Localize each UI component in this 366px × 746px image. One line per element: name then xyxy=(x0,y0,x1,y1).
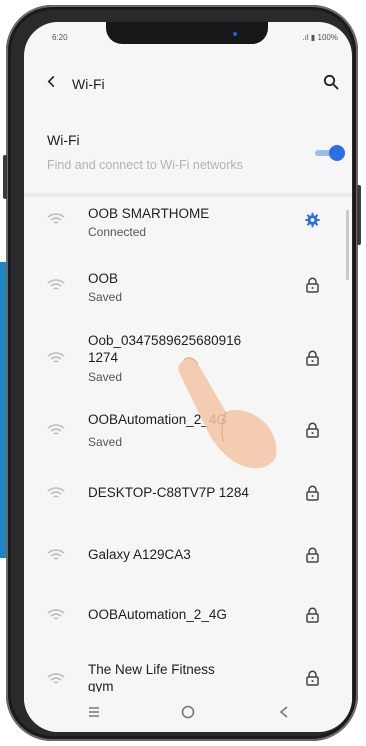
network-row[interactable]: OOB SMARTHOME Connected xyxy=(24,200,352,254)
lock-icon xyxy=(306,422,319,438)
lock-icon xyxy=(306,547,319,563)
camera-icon xyxy=(233,32,237,36)
network-name: Galaxy A129CA3 xyxy=(88,547,191,562)
phone-frame: 6:20 .ıl ▮ 100% Wi-Fi Wi-Fi Find and con… xyxy=(3,5,361,741)
status-time: 6:20 xyxy=(52,33,68,42)
volume-button xyxy=(3,155,7,199)
lock-icon xyxy=(306,277,319,293)
network-row[interactable]: Galaxy A129CA3 xyxy=(24,527,352,583)
section-divider xyxy=(24,193,352,197)
wifi-master-label: Wi-Fi xyxy=(47,132,80,148)
page-title: Wi-Fi xyxy=(72,76,105,92)
network-name: OOBAutomation_2_4G xyxy=(88,607,227,622)
scrollbar[interactable] xyxy=(346,210,349,280)
network-status: Connected xyxy=(88,225,147,239)
network-row[interactable]: OOBAutomation_2_4G xyxy=(24,587,352,643)
battery-icon: ▮ xyxy=(310,33,316,42)
recents-icon[interactable] xyxy=(82,700,106,724)
wifi-signal-icon xyxy=(47,549,65,560)
battery-indicator: .ıl ▮ 100% xyxy=(302,33,338,42)
settings-gear-icon[interactable] xyxy=(305,212,320,228)
lock-icon xyxy=(306,607,319,623)
lock-icon xyxy=(306,670,319,686)
network-status: Saved xyxy=(88,435,123,449)
home-icon[interactable] xyxy=(176,700,200,724)
network-row[interactable]: OOBAutomation_2_4G Saved xyxy=(24,402,352,458)
network-status: Saved xyxy=(88,290,123,304)
wifi-master-subtitle: Find and connect to Wi-Fi networks xyxy=(47,158,243,172)
wifi-toggle[interactable] xyxy=(315,145,345,161)
navigation-bar xyxy=(24,692,352,732)
wifi-signal-icon xyxy=(47,673,65,684)
lock-icon xyxy=(306,350,319,366)
status-bar: 6:20 .ıl ▮ 100% xyxy=(24,22,352,56)
wifi-master-row[interactable]: Wi-Fi Find and connect to Wi-Fi networks xyxy=(24,122,352,182)
network-status: Saved xyxy=(88,370,123,384)
nav-back-icon[interactable] xyxy=(272,700,296,724)
search-icon[interactable] xyxy=(323,74,339,90)
network-name: OOB SMARTHOME xyxy=(88,206,210,221)
toggle-thumb xyxy=(329,145,345,161)
wifi-signal-icon xyxy=(47,609,65,620)
wifi-signal-icon xyxy=(47,424,65,435)
wifi-signal-icon xyxy=(47,213,65,224)
wifi-signal-icon xyxy=(47,487,65,498)
network-name: OOBAutomation_2_4G xyxy=(88,412,227,427)
screen: 6:20 .ıl ▮ 100% Wi-Fi Wi-Fi Find and con… xyxy=(24,22,352,732)
wifi-signal-icon xyxy=(47,352,65,363)
network-name: Oob_0347589625680916 1274 xyxy=(88,333,242,365)
power-button xyxy=(357,185,361,245)
network-row[interactable]: Oob_0347589625680916 1274 Saved xyxy=(24,327,352,397)
network-name: OOB xyxy=(88,271,119,286)
lock-icon xyxy=(306,485,319,501)
battery-percent: 100% xyxy=(317,33,338,42)
network-row[interactable]: DESKTOP-C88TV7P 1284 xyxy=(24,465,352,521)
network-row[interactable]: OOB Saved xyxy=(24,266,352,320)
back-arrow-icon[interactable] xyxy=(46,76,57,87)
notch xyxy=(106,22,268,44)
signal-icon: .ıl xyxy=(302,33,311,42)
wifi-signal-icon xyxy=(47,279,65,290)
network-name: DESKTOP-C88TV7P 1284 xyxy=(88,485,249,500)
app-bar: Wi-Fi xyxy=(24,62,352,102)
network-name: The New Life Fitness gym xyxy=(88,662,215,694)
